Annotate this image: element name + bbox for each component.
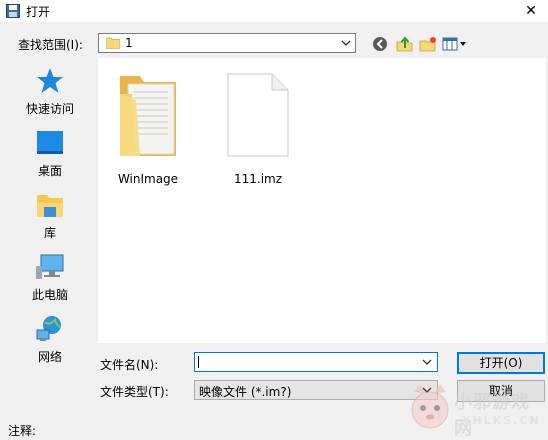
watermark-sub: XHLKS.CN: [462, 414, 541, 427]
view-menu-icon[interactable]: [442, 36, 468, 52]
desktop-icon: [37, 131, 63, 154]
save-icon: [6, 4, 20, 18]
place-label: 网络: [37, 350, 62, 364]
back-icon[interactable]: [372, 36, 390, 52]
place-label: 此电脑: [31, 288, 68, 302]
place-quick-access[interactable]: 快速访问: [6, 66, 94, 124]
network-icon: [36, 316, 61, 341]
places-bar: 快速访问 桌面 库 此电脑 网络: [6, 58, 94, 413]
star-icon: [37, 68, 63, 93]
file-name: WinImage: [117, 172, 179, 186]
place-label: 库: [43, 226, 56, 240]
filetype-value: 映像文件 (*.im?): [199, 385, 292, 399]
place-library[interactable]: 库: [6, 190, 94, 248]
file-list[interactable]: WinImage 111.imz: [98, 58, 546, 343]
filename-label: 文件名(N):: [100, 358, 159, 372]
text-caret: [198, 356, 199, 368]
mascot-icon: [411, 384, 449, 429]
place-this-pc[interactable]: 此电脑: [6, 252, 94, 310]
lookin-value: 1: [125, 36, 133, 50]
watermark: 小邪游戏网 XHLKS.CN: [408, 380, 548, 439]
file-name: 111.imz: [233, 172, 283, 186]
place-desktop[interactable]: 桌面: [6, 128, 94, 186]
filetype-label: 文件类型(T):: [100, 385, 169, 399]
folder-icon: [120, 76, 176, 156]
window-title: 打开: [26, 5, 51, 19]
library-icon: [37, 195, 63, 217]
filetype-select[interactable]: 映像文件 (*.im?): [194, 380, 438, 400]
computer-icon: [36, 254, 64, 279]
lookin-label: 查找范围(I):: [18, 38, 83, 52]
file-icon: [227, 73, 289, 157]
chevron-down-icon: [341, 40, 351, 46]
comment-label: 注释:: [8, 424, 37, 438]
place-network[interactable]: 网络: [6, 314, 94, 372]
close-button[interactable]: ✕: [520, 0, 542, 22]
filename-input[interactable]: [194, 352, 438, 372]
file-item-111-imz[interactable]: 111.imz: [210, 70, 306, 186]
title-bar: 打开 ✕: [0, 0, 548, 22]
new-folder-icon[interactable]: [419, 36, 437, 52]
place-label: 桌面: [37, 164, 62, 178]
chevron-down-icon[interactable]: [422, 358, 432, 366]
folder-icon: [106, 37, 120, 49]
lookin-combo[interactable]: 1: [98, 33, 356, 53]
up-folder-icon[interactable]: [396, 36, 414, 52]
open-button[interactable]: 打开(O): [457, 352, 545, 374]
place-label: 快速访问: [25, 102, 74, 116]
file-item-winimage[interactable]: WinImage: [100, 70, 196, 186]
